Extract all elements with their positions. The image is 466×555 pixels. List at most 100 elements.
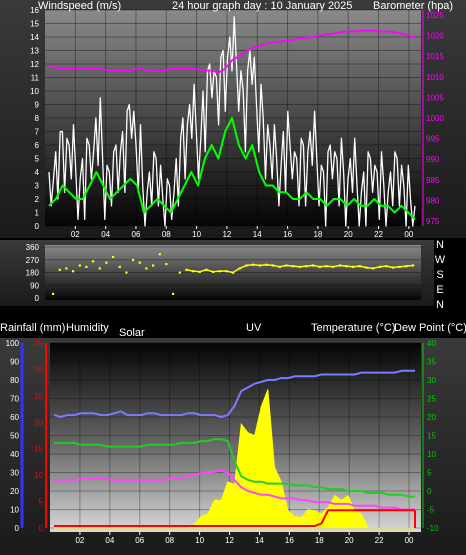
wind-direction-point: [172, 292, 175, 295]
humidity-y-tick-label: 0: [15, 524, 20, 533]
wind-x-label: 14: [253, 230, 262, 239]
wind-direction-point: [178, 271, 181, 274]
compass-label: W: [435, 254, 446, 266]
climate-x-label: 22: [375, 536, 384, 545]
wind-y-tick-label: 1: [35, 209, 40, 218]
wind-direction-point: [145, 267, 148, 270]
humidity-y-tick-label: 50: [10, 432, 19, 441]
barometer-y-tick-label: 1025: [426, 11, 444, 20]
wind-y-tick-label: 14: [30, 33, 39, 42]
climate-x-label: 20: [345, 536, 354, 545]
humidity-y-tick-label: 40: [10, 450, 19, 459]
humidity-y-tick-label: 20: [10, 487, 19, 496]
rainfall-label: Rainfall (mm): [0, 322, 65, 334]
climate-x-label: 06: [135, 536, 144, 545]
rain-y-tick-label: 15: [34, 445, 43, 454]
barometer-y-tick-label: 1015: [426, 52, 444, 61]
rain-y-tick-label: 30: [34, 365, 43, 374]
wind-direction-point: [72, 270, 75, 273]
barometer-y-tick-label: 990: [426, 155, 440, 164]
barometer-label: Barometer (hpa): [373, 0, 453, 12]
climate-x-label: 08: [165, 536, 174, 545]
barometer-y-tick-label: 975: [426, 217, 440, 226]
rain-y-tick-label: 35: [34, 339, 43, 348]
wind-y-tick-label: 10: [30, 87, 39, 96]
windspeed-label: Windspeed (m/s): [38, 0, 121, 12]
wind-x-label: 22: [374, 230, 383, 239]
wind-y-tick-label: 7: [35, 128, 40, 137]
climate-x-label: 04: [105, 536, 114, 545]
wind-x-label: 16: [283, 230, 292, 239]
wind-y-tick-label: 15: [30, 20, 39, 29]
wind-direction-point: [112, 255, 115, 259]
wind-direction-point: [52, 292, 55, 295]
humidity-y-tick-label: 100: [6, 339, 20, 348]
humidity-y-tick-label: 30: [10, 469, 19, 478]
wind-x-label: 02: [71, 230, 80, 239]
barometer-y-tick-label: 1010: [426, 73, 444, 82]
wind-direction-point: [165, 263, 168, 266]
temperature-y-tick-label: -10: [427, 524, 439, 533]
wind-y-tick-label: 2: [35, 195, 40, 204]
temperature-label: Temperature (°C): [311, 322, 395, 334]
rain-y-tick-label: 25: [34, 392, 43, 401]
wind-y-tick-label: 6: [35, 141, 40, 150]
wind-x-label: 10: [192, 230, 201, 239]
wind-direction-point: [58, 268, 61, 271]
weather-graph: 0 1 2 3 4 5 6 7 8 9 10 11 12 13 14 15 16 02 04 06 08 10 12 14 16…: [0, 0, 466, 555]
wind-direction-point: [158, 253, 161, 256]
temperature-y-tick-label: 15: [427, 432, 436, 441]
wind-direction-point: [125, 271, 128, 274]
barometer-y-tick-label: 980: [426, 196, 440, 205]
wind-y-tick-label: 13: [30, 47, 39, 56]
graph-title: 24 hour graph day : 10 January 2025: [172, 0, 352, 12]
humidity-y-tick-label: 80: [10, 376, 19, 385]
humidity-y-tick-label: 60: [10, 413, 19, 422]
direction-y-tick-label: 360: [26, 243, 40, 252]
wind-y-tick-label: 3: [35, 182, 40, 191]
climate-x-label: 18: [315, 536, 324, 545]
wind-direction-point: [78, 264, 81, 267]
weather-charts-svg: 01234567891011121314151602 04 06 08 10 12 14 16…: [0, 0, 466, 555]
compass-label: S: [436, 269, 443, 281]
humidity-y-tick-label: 70: [10, 395, 19, 404]
wind-y-tick-label: 9: [35, 101, 40, 110]
humidity-label: Humidity: [66, 322, 109, 334]
wind-x-label: 06: [132, 230, 141, 239]
compass-label: E: [436, 284, 443, 296]
temperature-y-tick-label: 35: [427, 358, 436, 367]
rain-y-tick-label: 20: [34, 418, 43, 427]
wind-direction-point: [132, 258, 135, 261]
compass-label: N: [436, 239, 444, 251]
climate-x-label: 16: [285, 536, 294, 545]
direction-y-tick-label: 90: [30, 281, 39, 290]
wind-direction-point: [138, 261, 141, 264]
wind-x-label: 12: [222, 230, 231, 239]
barometer-y-tick-label: 1020: [426, 32, 444, 41]
wind-direction-point: [98, 267, 101, 270]
direction-y-tick-label: 180: [26, 269, 40, 278]
humidity-y-tick-label: 90: [10, 358, 19, 367]
wind-y-tick-label: 5: [35, 155, 40, 164]
temperature-y-tick-label: 30: [427, 376, 436, 385]
barometer-y-tick-label: 1005: [426, 93, 444, 102]
wind-y-tick-label: 11: [31, 74, 40, 83]
wind-y-tick-label: 4: [35, 168, 40, 177]
uv-label: UV: [246, 322, 262, 334]
humidity-y-tick-label: 10: [10, 506, 19, 515]
solar-label: Solar: [119, 327, 145, 339]
wind-direction-point: [85, 265, 88, 268]
dewpoint-label: Dew Point (°C): [394, 322, 466, 334]
wind-y-tick-label: 12: [30, 60, 39, 69]
temperature-y-tick-label: 25: [427, 395, 436, 404]
wind-x-label: 18: [313, 230, 322, 239]
barometer-y-tick-label: 995: [426, 135, 440, 144]
wind-y-tick-label: 8: [35, 114, 40, 123]
climate-x-label: 10: [195, 536, 204, 545]
climate-x-label: 12: [225, 536, 234, 545]
temperature-y-tick-label: 0: [427, 487, 432, 496]
direction-y-tick-label: 270: [26, 256, 40, 265]
wind-direction-point: [65, 267, 68, 270]
wind-x-label: 04: [101, 230, 110, 239]
rain-y-tick-label: 5: [39, 498, 44, 507]
